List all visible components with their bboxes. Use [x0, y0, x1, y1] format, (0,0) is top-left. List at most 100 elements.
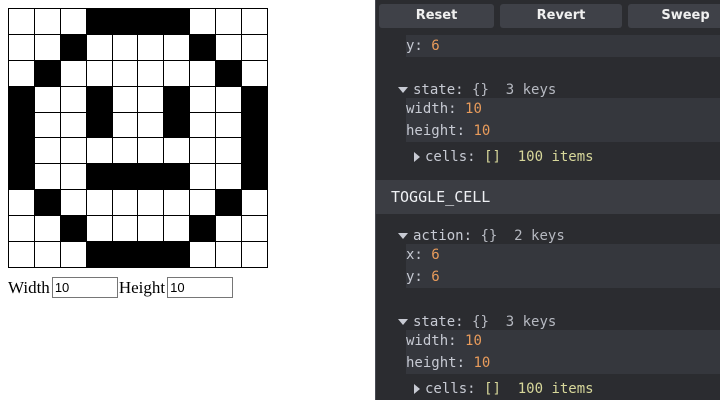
- grid-cell[interactable]: [34, 86, 61, 113]
- grid-cell[interactable]: [34, 242, 61, 268]
- grid-cell[interactable]: [60, 216, 87, 243]
- grid-cell[interactable]: [138, 86, 165, 113]
- grid-cell[interactable]: [190, 112, 217, 139]
- grid-cell[interactable]: [9, 34, 35, 61]
- grid-cell[interactable]: [34, 164, 61, 191]
- grid-cell[interactable]: [60, 9, 87, 35]
- grid-cell[interactable]: [216, 138, 243, 165]
- grid-cell[interactable]: [242, 242, 268, 268]
- height-input[interactable]: [167, 277, 234, 298]
- action-header[interactable]: TOGGLE_CELL: [376, 180, 720, 214]
- grid-cell[interactable]: [242, 112, 268, 139]
- grid-cell[interactable]: [242, 34, 268, 61]
- grid-cell[interactable]: [164, 164, 191, 191]
- reset-button[interactable]: Reset: [379, 4, 494, 28]
- grid-cell[interactable]: [164, 190, 191, 217]
- grid-cell[interactable]: [86, 112, 113, 139]
- grid-cell[interactable]: [138, 138, 165, 165]
- grid-cell[interactable]: [86, 86, 113, 113]
- grid-cell[interactable]: [112, 9, 139, 35]
- grid-cell[interactable]: [112, 164, 139, 191]
- grid-cell[interactable]: [9, 9, 35, 35]
- grid-cell[interactable]: [34, 60, 61, 87]
- grid-cell[interactable]: [242, 60, 268, 87]
- sweep-button[interactable]: Sweep: [628, 4, 720, 28]
- grid-cell[interactable]: [190, 86, 217, 113]
- grid-cell[interactable]: [138, 216, 165, 243]
- width-input[interactable]: [51, 277, 118, 298]
- grid-cell[interactable]: [34, 112, 61, 139]
- grid-cell[interactable]: [9, 242, 35, 268]
- grid-cell[interactable]: [60, 242, 87, 268]
- grid-cell[interactable]: [112, 242, 139, 268]
- grid-cell[interactable]: [86, 138, 113, 165]
- grid-cell[interactable]: [164, 86, 191, 113]
- grid-cell[interactable]: [190, 216, 217, 243]
- grid-cell[interactable]: [60, 112, 87, 139]
- grid-cell[interactable]: [138, 60, 165, 87]
- grid-cell[interactable]: [9, 138, 35, 165]
- grid-cell[interactable]: [60, 164, 87, 191]
- grid-cell[interactable]: [138, 9, 165, 35]
- cells-toggle[interactable]: cells: [] 100 items: [376, 378, 720, 400]
- grid-cell[interactable]: [190, 9, 217, 35]
- grid-cell[interactable]: [138, 242, 165, 268]
- grid-cell[interactable]: [34, 138, 61, 165]
- grid-cell[interactable]: [216, 34, 243, 61]
- grid-cell[interactable]: [242, 190, 268, 217]
- grid-cell[interactable]: [86, 34, 113, 61]
- grid-cell[interactable]: [112, 216, 139, 243]
- grid-cell[interactable]: [9, 86, 35, 113]
- grid-cell[interactable]: [34, 34, 61, 61]
- grid-cell[interactable]: [190, 34, 217, 61]
- grid-cell[interactable]: [86, 242, 113, 268]
- grid-cell[interactable]: [242, 9, 268, 35]
- grid-cell[interactable]: [190, 190, 217, 217]
- grid-cell[interactable]: [86, 9, 113, 35]
- grid-cell[interactable]: [138, 164, 165, 191]
- grid-cell[interactable]: [242, 216, 268, 243]
- grid-cell[interactable]: [138, 34, 165, 61]
- grid-cell[interactable]: [112, 86, 139, 113]
- grid-cell[interactable]: [86, 60, 113, 87]
- grid-cell[interactable]: [190, 242, 217, 268]
- grid-cell[interactable]: [112, 112, 139, 139]
- grid-cell[interactable]: [164, 216, 191, 243]
- grid-cell[interactable]: [164, 60, 191, 87]
- grid-cell[interactable]: [190, 60, 217, 87]
- grid-cell[interactable]: [9, 216, 35, 243]
- grid-cell[interactable]: [242, 138, 268, 165]
- grid-cell[interactable]: [138, 190, 165, 217]
- grid-cell[interactable]: [242, 164, 268, 191]
- grid-cell[interactable]: [164, 138, 191, 165]
- grid-cell[interactable]: [216, 242, 243, 268]
- grid-cell[interactable]: [60, 34, 87, 61]
- grid-cell[interactable]: [216, 216, 243, 243]
- grid-cell[interactable]: [164, 112, 191, 139]
- grid-cell[interactable]: [9, 112, 35, 139]
- grid-cell[interactable]: [86, 164, 113, 191]
- grid-cell[interactable]: [164, 34, 191, 61]
- grid-cell[interactable]: [86, 190, 113, 217]
- grid-cell[interactable]: [60, 86, 87, 113]
- grid-cell[interactable]: [216, 112, 243, 139]
- grid-cell[interactable]: [138, 112, 165, 139]
- grid-cell[interactable]: [112, 138, 139, 165]
- grid-cell[interactable]: [242, 86, 268, 113]
- grid-cell[interactable]: [216, 60, 243, 87]
- grid-cell[interactable]: [60, 190, 87, 217]
- grid-cell[interactable]: [34, 216, 61, 243]
- cells-toggle[interactable]: cells: [] 100 items: [376, 146, 720, 168]
- grid-cell[interactable]: [216, 190, 243, 217]
- grid-cell[interactable]: [34, 190, 61, 217]
- grid-cell[interactable]: [216, 164, 243, 191]
- grid-cell[interactable]: [112, 60, 139, 87]
- grid-cell[interactable]: [34, 9, 61, 35]
- grid-cell[interactable]: [164, 242, 191, 268]
- grid-cell[interactable]: [9, 60, 35, 87]
- grid-cell[interactable]: [112, 190, 139, 217]
- grid-cell[interactable]: [86, 216, 113, 243]
- grid-cell[interactable]: [190, 164, 217, 191]
- grid-cell[interactable]: [216, 86, 243, 113]
- grid-cell[interactable]: [60, 60, 87, 87]
